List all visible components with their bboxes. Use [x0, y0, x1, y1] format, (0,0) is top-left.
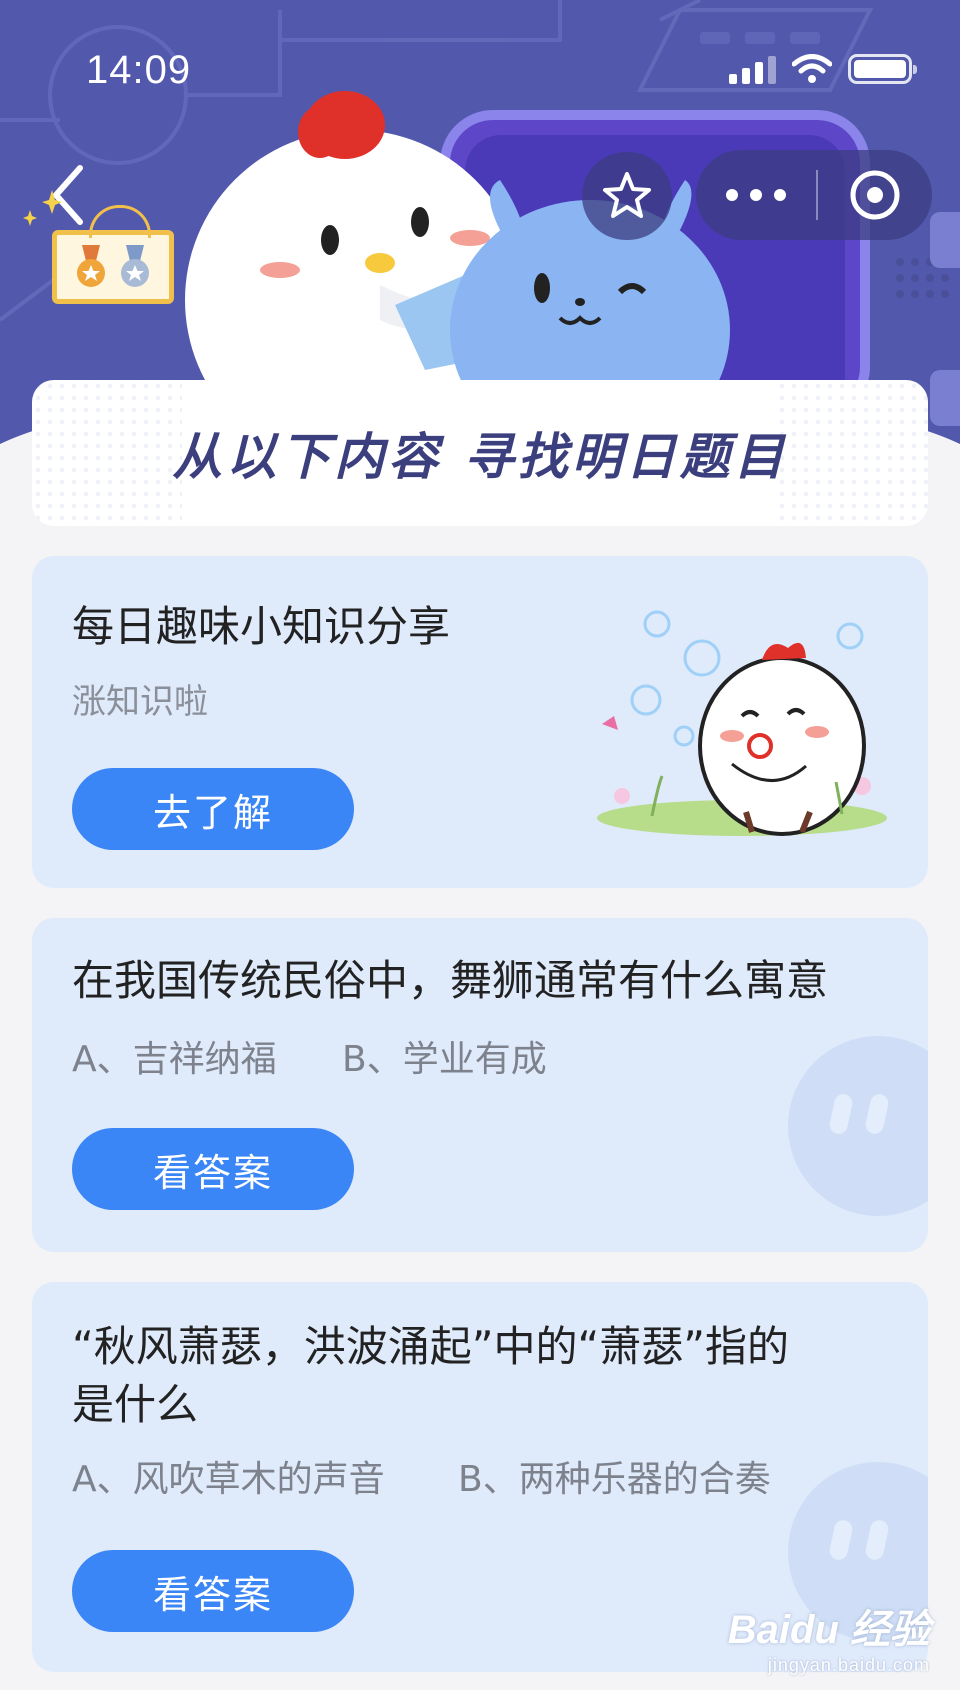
banner-title: 从以下内容 寻找明日题目	[156, 417, 805, 489]
close-miniprogram-button[interactable]	[818, 168, 932, 222]
silver-medal-icon	[121, 245, 149, 287]
question-title-line-1: “秋风萧瑟，洪波涌起”中的“萧瑟”指的	[72, 1322, 790, 1371]
chick-bubbles-illustration	[597, 610, 887, 836]
view-answer-button[interactable]: 看答案	[72, 1128, 354, 1210]
knowledge-card: 每日趣味小知识分享 涨知识啦 去了解	[32, 556, 928, 888]
more-dots-icon[interactable]	[696, 189, 816, 201]
wifi-icon	[792, 54, 832, 83]
watermark-brand: Baidu 经验	[727, 1608, 930, 1652]
card-title: 每日趣味小知识分享	[72, 602, 451, 651]
signal-icon	[729, 54, 776, 84]
favorite-button[interactable]	[582, 152, 672, 240]
battery-icon	[848, 54, 917, 84]
baidu-watermark: Baidu 经验 jingyan.baidu.com	[728, 1597, 930, 1676]
sparkle-icon	[23, 190, 62, 226]
capsule-menu	[696, 150, 932, 240]
star-icon	[603, 172, 651, 218]
option-a: A、风吹草木的声音	[72, 1459, 385, 1500]
medal-board[interactable]	[52, 230, 174, 304]
section-banner: 从以下内容 寻找明日题目	[32, 380, 928, 526]
question-title: 在我国传统民俗中，舞狮通常有什么寓意	[72, 956, 829, 1005]
gold-medal-icon	[77, 245, 105, 287]
question-card: 在我国传统民俗中，舞狮通常有什么寓意 A、吉祥纳福 B、学业有成 看答案	[32, 918, 928, 1252]
status-icons	[729, 54, 917, 84]
view-answer-button[interactable]: 看答案	[72, 1550, 354, 1632]
status-time: 14:09	[86, 48, 192, 92]
question-title-line-2: 是什么	[72, 1380, 199, 1429]
ghost-decoration-icon	[788, 1036, 928, 1216]
watermark-url: jingyan.baidu.com	[767, 1655, 930, 1675]
learn-more-button[interactable]: 去了解	[72, 768, 354, 850]
target-icon	[850, 170, 900, 220]
option-a: A、吉祥纳福	[72, 1039, 277, 1080]
card-subtitle: 涨知识啦	[72, 682, 208, 722]
option-b: B、学业有成	[342, 1039, 547, 1080]
option-b: B、两种乐器的合奏	[458, 1459, 771, 1500]
